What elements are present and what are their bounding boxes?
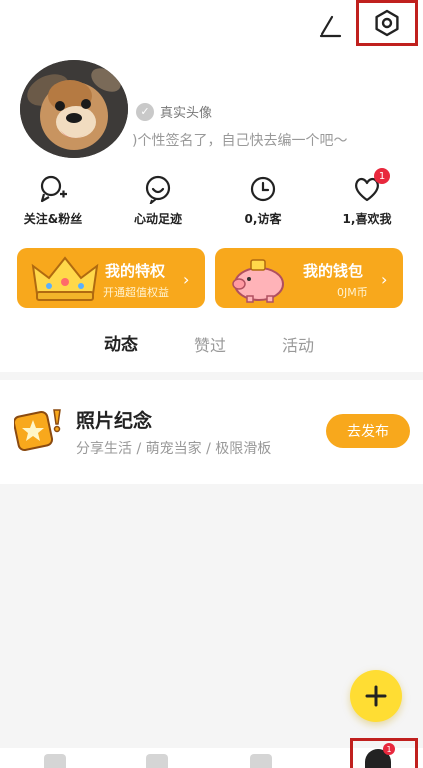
- settings-icon: [375, 9, 399, 37]
- verified-badge: ✓ 真实头像: [136, 102, 212, 121]
- memorial-title: 照片纪念: [76, 410, 153, 432]
- tab-posts[interactable]: 动态: [104, 330, 138, 355]
- profile-header: ✓ 真实头像 )个性签名了，自己快去编一个吧～ 关注&粉丝 心动足迹 0,访客 …: [0, 0, 423, 372]
- chevron-right-icon: ›: [381, 270, 388, 289]
- edit-icon[interactable]: [316, 12, 344, 40]
- nav-badge: 1: [383, 743, 395, 755]
- stat-label: 0,访客: [244, 212, 282, 226]
- stat-visitors[interactable]: 0,访客: [218, 174, 308, 227]
- heart-icon: 1: [352, 168, 390, 204]
- wallet-card[interactable]: 我的钱包 0JM币 ›: [215, 248, 403, 308]
- publish-button[interactable]: 去发布: [326, 414, 410, 448]
- chevron-right-icon: ›: [183, 270, 190, 289]
- avatar[interactable]: [20, 60, 128, 158]
- card-subtitle: 0JM币: [337, 286, 368, 299]
- nav-message-icon[interactable]: [250, 754, 272, 768]
- stat-label: 关注&粉丝: [23, 212, 83, 226]
- checkmark-icon: ✓: [136, 102, 154, 121]
- follow-icon: [38, 174, 68, 204]
- add-post-button[interactable]: [350, 670, 402, 722]
- notification-badge: 1: [374, 168, 390, 184]
- stat-label: 1,喜欢我: [342, 212, 392, 226]
- card-title: 我的特权: [105, 262, 166, 280]
- piggy-bank-icon: [232, 259, 284, 303]
- heart-face-icon: [143, 174, 173, 206]
- stats-row: 关注&粉丝 心动足迹 0,访客 1 1,喜欢我: [0, 168, 423, 230]
- card-subtitle: 开通超值权益: [103, 286, 169, 299]
- clock-icon: [248, 174, 278, 204]
- nav-discover-icon[interactable]: [146, 754, 168, 768]
- star-badge-icon: [14, 409, 61, 452]
- tab-activities[interactable]: 活动: [282, 332, 314, 356]
- settings-button[interactable]: [356, 0, 418, 46]
- nav-home-icon[interactable]: [44, 754, 66, 768]
- stat-label: 心动足迹: [133, 212, 182, 226]
- nav-profile-tab[interactable]: 1: [350, 738, 418, 768]
- photo-memorial-card: 照片纪念 分享生活 / 萌宠当家 / 极限滑板 去发布: [0, 380, 423, 484]
- privilege-card[interactable]: 我的特权 开通超值权益 ›: [17, 248, 205, 308]
- stat-footprint[interactable]: 心动足迹: [113, 174, 203, 227]
- stat-follow-fans[interactable]: 关注&粉丝: [8, 174, 98, 227]
- signature-text[interactable]: )个性签名了，自己快去编一个吧～: [132, 130, 347, 150]
- crown-icon: [31, 256, 99, 301]
- tab-liked[interactable]: 赞过: [194, 332, 226, 356]
- plus-icon: [365, 685, 387, 707]
- verified-label: 真实头像: [160, 106, 213, 121]
- card-title: 我的钱包: [303, 262, 364, 280]
- stat-likes-me[interactable]: 1 1,喜欢我: [322, 168, 412, 227]
- content-tabs: 动态 赞过 活动: [0, 330, 423, 360]
- memorial-subtitle: 分享生活 / 萌宠当家 / 极限滑板: [76, 441, 272, 457]
